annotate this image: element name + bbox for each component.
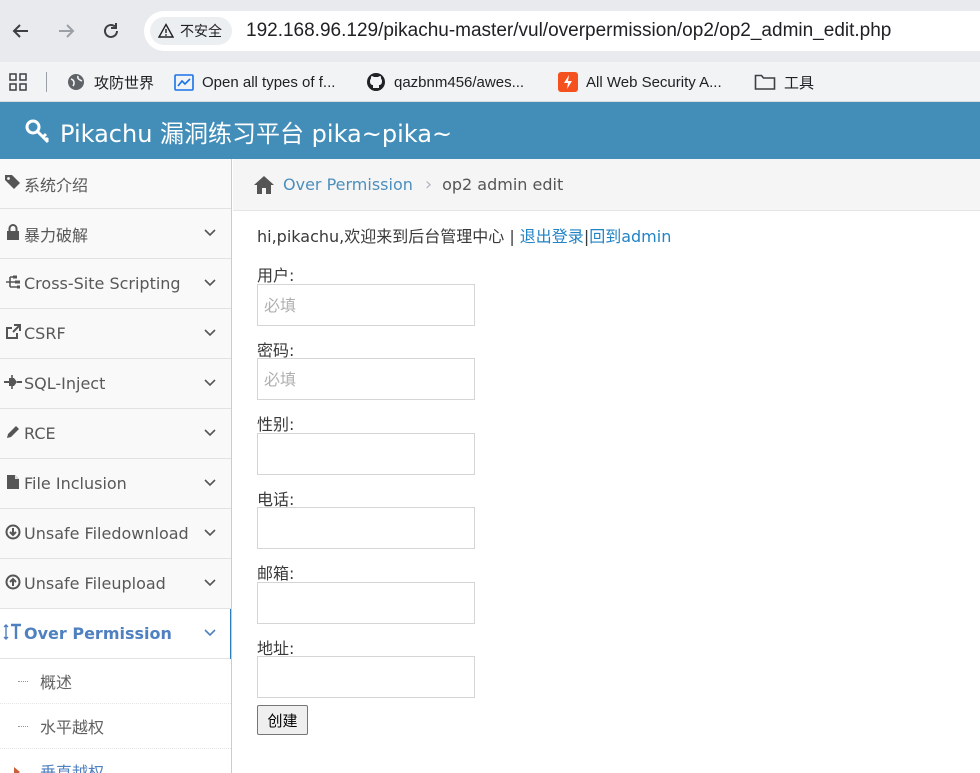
- bookmark-item[interactable]: All Web Security A...: [558, 69, 722, 95]
- reload-icon[interactable]: [96, 16, 126, 46]
- security-chip[interactable]: 不安全: [150, 17, 232, 45]
- sidebar-item-label: SQL-Inject: [24, 374, 106, 393]
- breadcrumb-separator-icon: ›: [424, 174, 433, 195]
- sidebar-item-label: Unsafe Fileupload: [24, 574, 166, 593]
- back-to-admin-link[interactable]: 回到admin: [589, 227, 671, 246]
- breadcrumb: Over Permission › op2 admin edit: [233, 159, 980, 211]
- github-icon: [367, 73, 385, 91]
- sidebar: 系统介绍 暴力破解 Cross-Site Scripting CSRF SQL-…: [0, 159, 232, 773]
- security-label: 不安全: [180, 24, 222, 40]
- sidebar-subitem-overview[interactable]: 概述: [0, 659, 231, 704]
- sidebar-item-label: 暴力破解: [24, 225, 89, 245]
- chevron-down-icon: [204, 229, 216, 237]
- bookmark-label: qazbnm456/awes...: [394, 73, 525, 91]
- download-circle-icon: [2, 524, 24, 544]
- sidebar-item-label: RCE: [24, 424, 56, 443]
- username-label: 用户:: [257, 266, 295, 285]
- url-text[interactable]: 192.168.96.129/pikachu-master/vul/overpe…: [246, 20, 891, 42]
- sidebar-subitem-label: 水平越权: [40, 718, 105, 737]
- plug-icon: [2, 374, 24, 393]
- sidebar-item-csrf[interactable]: CSRF: [0, 309, 231, 359]
- address-input[interactable]: [257, 656, 475, 698]
- password-input[interactable]: [257, 358, 475, 400]
- phone-input[interactable]: [257, 507, 475, 549]
- site-title[interactable]: Pikachu 漏洞练习平台 pika~pika~: [24, 114, 452, 149]
- sidebar-item-brute-force[interactable]: 暴力破解: [0, 209, 231, 259]
- address-bar[interactable]: 不安全 192.168.96.129/pikachu-master/vul/ov…: [144, 11, 980, 51]
- chevron-down-icon: [204, 529, 216, 537]
- bookmark-item[interactable]: qazbnm456/awes...: [366, 69, 524, 95]
- tree-dash: [18, 681, 28, 682]
- breadcrumb-current: op2 admin edit: [442, 175, 564, 194]
- sidebar-item-xss[interactable]: Cross-Site Scripting: [0, 259, 231, 309]
- sidebar-item-file-inclusion[interactable]: File Inclusion: [0, 459, 231, 509]
- chevron-down-icon: [204, 329, 216, 337]
- file-icon: [2, 474, 24, 494]
- sidebar-item-intro[interactable]: 系统介绍: [0, 159, 231, 209]
- sex-label: 性别:: [257, 415, 295, 434]
- site-header: Pikachu 漏洞练习平台 pika~pika~: [0, 102, 980, 159]
- text-height-icon: [2, 623, 24, 645]
- apps-grid-icon[interactable]: [8, 69, 28, 95]
- bookmark-label: 工具: [784, 74, 815, 92]
- username-input[interactable]: [257, 284, 475, 326]
- pencil-icon: [2, 424, 24, 444]
- browser-toolbar: 不安全 192.168.96.129/pikachu-master/vul/ov…: [0, 0, 980, 62]
- sidebar-item-unsafe-filedownload[interactable]: Unsafe Filedownload: [0, 509, 231, 559]
- sex-input[interactable]: [257, 433, 475, 475]
- sidebar-item-unsafe-fileupload[interactable]: Unsafe Fileupload: [0, 559, 231, 609]
- chevron-down-icon: [204, 379, 216, 387]
- sidebar-item-rce[interactable]: RCE: [0, 409, 231, 459]
- welcome-text: hi,pikachu,欢迎来到后台管理中心 |: [257, 227, 520, 246]
- email-input[interactable]: [257, 582, 475, 624]
- sidebar-item-label: File Inclusion: [24, 474, 127, 493]
- bookmark-label: All Web Security A...: [586, 73, 722, 91]
- sidebar-item-sql-inject[interactable]: SQL-Inject: [0, 359, 231, 409]
- tags-icon: [2, 174, 24, 194]
- breadcrumb-link[interactable]: Over Permission: [283, 175, 413, 194]
- bookmark-label: Open all types of f...: [202, 73, 336, 91]
- bookmark-item[interactable]: 工具: [754, 69, 814, 95]
- sidebar-subitem-vertical[interactable]: 垂直越权: [0, 749, 231, 773]
- site-title-text: Pikachu 漏洞练习平台 pika~pika~: [60, 120, 453, 148]
- chevron-down-icon: [204, 629, 216, 637]
- chevron-down-icon: [204, 479, 216, 487]
- folder-link-icon: [174, 74, 194, 91]
- tree-dash: [18, 726, 28, 727]
- sitemap-icon: [2, 274, 24, 294]
- bookmark-label: 攻防世界: [94, 74, 155, 92]
- create-button[interactable]: 创建: [257, 705, 308, 735]
- caret-right-icon: [14, 767, 20, 773]
- home-icon[interactable]: [253, 175, 275, 195]
- bookmarks-separator: [46, 72, 47, 92]
- email-label: 邮箱:: [257, 564, 295, 583]
- forward-arrow-icon[interactable]: [51, 16, 81, 46]
- lock-icon: [2, 223, 24, 244]
- logout-link[interactable]: 退出登录: [520, 227, 584, 246]
- back-arrow-icon[interactable]: [6, 16, 36, 46]
- globe-icon: [68, 74, 84, 90]
- sidebar-item-label: Cross-Site Scripting: [24, 274, 181, 293]
- sidebar-item-label: Over Permission: [24, 624, 172, 643]
- chevron-down-icon: [204, 579, 216, 587]
- key-icon: [25, 119, 50, 143]
- bookmark-item[interactable]: 攻防世界: [66, 69, 154, 95]
- upload-circle-icon: [2, 574, 24, 594]
- sidebar-item-label: CSRF: [24, 324, 66, 343]
- sidebar-subitem-label: 垂直越权: [40, 763, 105, 773]
- bookmarks-bar: 攻防世界 Open all types of f... qazbnm456/aw…: [0, 62, 980, 102]
- folder-icon: [754, 74, 776, 90]
- chevron-down-icon: [204, 279, 216, 287]
- welcome-line: hi,pikachu,欢迎来到后台管理中心 | 退出登录|回到admin: [257, 223, 671, 247]
- sidebar-item-label: 系统介绍: [24, 175, 89, 195]
- bolt-icon: [558, 72, 578, 92]
- warning-triangle-icon: [158, 23, 174, 38]
- chevron-down-icon: [204, 429, 216, 437]
- sidebar-subitem-label: 概述: [40, 673, 73, 692]
- sidebar-item-label: Unsafe Filedownload: [24, 524, 189, 543]
- sidebar-item-over-permission[interactable]: Over Permission: [0, 609, 231, 659]
- sidebar-subitem-horizontal[interactable]: 水平越权: [0, 704, 231, 749]
- share-icon: [2, 323, 24, 344]
- bookmark-item[interactable]: Open all types of f...: [174, 69, 335, 95]
